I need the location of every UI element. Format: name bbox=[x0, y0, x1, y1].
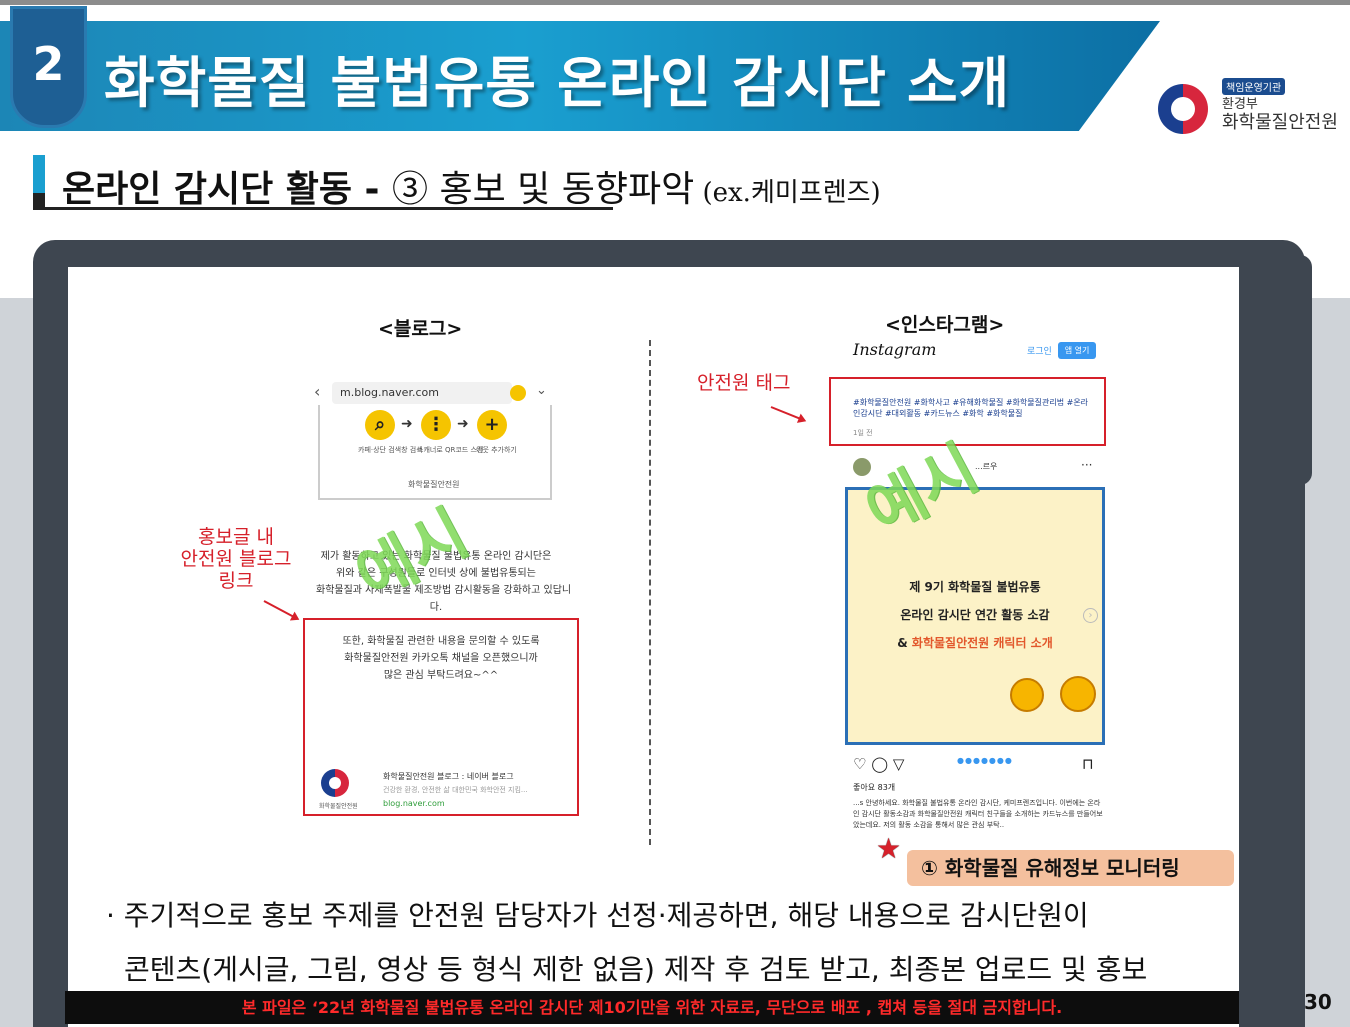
share-icon[interactable]: ▽ bbox=[893, 755, 905, 773]
blog-address-bar[interactable]: ‹ m.blog.naver.com ⌄ bbox=[312, 380, 562, 406]
instagram-logo: Instagram bbox=[853, 340, 937, 359]
link-card-url[interactable]: blog.naver.com bbox=[383, 799, 445, 808]
blog-box-line: 많은 관심 부탁드려요~^^ bbox=[383, 670, 499, 681]
post-caption: ...s 안녕하세요. 화학물질 불법유통 온라인 감시단, 케미프렌즈입니다.… bbox=[853, 799, 1103, 829]
back-chevron-icon[interactable]: ‹ bbox=[314, 382, 320, 401]
instagram-annotation: 안전원 태그 bbox=[697, 372, 791, 394]
login-link[interactable]: 로그인 bbox=[1027, 344, 1052, 357]
post-title-line: 온라인 감시단 연간 활동 소감 bbox=[900, 608, 1050, 622]
icon-caption: 이웃 추가하기 bbox=[476, 446, 517, 454]
like-count: 좋아요 83개 bbox=[853, 783, 896, 792]
taegeuk-emblem-icon bbox=[321, 769, 349, 797]
blog-intro-line: 다. bbox=[429, 602, 443, 613]
mascot-character-icon bbox=[1010, 678, 1044, 712]
section-number-tab: 2 bbox=[10, 6, 87, 128]
carousel-next-icon[interactable]: › bbox=[1083, 608, 1098, 623]
blog-label: <블로그> bbox=[378, 318, 463, 340]
blog-box-line: 또한, 화학물질 관련한 내용을 문의할 수 있도록 bbox=[342, 636, 540, 647]
icon-caption: 카페·상단 검색창 검색 bbox=[358, 446, 423, 454]
url-field[interactable]: m.blog.naver.com bbox=[332, 382, 512, 404]
star-icon: ★ bbox=[876, 832, 902, 865]
tablet-side-tab bbox=[1290, 255, 1312, 485]
qr-scan-icon: ⋮ bbox=[421, 410, 451, 440]
plus-icon: + bbox=[477, 410, 507, 440]
subtitle-note: (ex.케미프렌즈) bbox=[694, 178, 881, 208]
subtitle-detail: ③ 홍보 및 동향파악 bbox=[392, 169, 695, 210]
monitoring-tag: ① 화학물질 유해정보 모니터링 bbox=[907, 850, 1234, 886]
carousel-dots: ●●●●●●● bbox=[957, 756, 1013, 765]
bookmark-icon[interactable]: ⊓ bbox=[1082, 755, 1094, 773]
comment-icon[interactable]: ◯ bbox=[871, 755, 888, 773]
logo-org-name: 화학물질안전원 bbox=[1222, 112, 1338, 133]
post-title-line: 제 9기 화학물질 불법유통 bbox=[909, 580, 1041, 594]
description-line: · 주기적으로 홍보 주제를 안전원 담당자가 선정·제공하면, 해당 내용으로… bbox=[106, 899, 1089, 932]
annotation-line: 홍보글 내 bbox=[198, 526, 274, 548]
post-date: 1일 전 bbox=[853, 429, 873, 437]
page-number: 30 bbox=[1304, 990, 1332, 1014]
mascot-character-icon bbox=[1060, 676, 1096, 712]
talk-icon[interactable] bbox=[510, 385, 526, 401]
top-rule bbox=[0, 0, 1350, 5]
description-line: 콘텐츠(게시글, 그림, 영상 등 형식 제한 없음) 제작 후 검토 받고, … bbox=[124, 953, 1148, 986]
blog-box-line: 화학물질안전원 카카오톡 채널을 오픈했으니까 bbox=[344, 653, 538, 664]
open-app-button[interactable]: 앱 열기 bbox=[1058, 342, 1096, 359]
annotation-line: 안전원 블로그 bbox=[180, 548, 292, 570]
account-name[interactable]: ...르우 bbox=[975, 461, 997, 472]
post-title-line: & 화학물질안전원 캐릭터 소개 bbox=[848, 634, 1102, 651]
annotation-line: 링크 bbox=[218, 570, 254, 592]
subtitle: 온라인 감시단 활동 - ③ 홍보 및 동향파악 (ex.케미프렌즈) bbox=[62, 160, 881, 212]
more-options-icon[interactable]: ··· bbox=[1081, 458, 1092, 472]
subtitle-main: 온라인 감시단 활동 - bbox=[62, 169, 393, 210]
section-number: 2 bbox=[32, 37, 65, 91]
heart-icon[interactable]: ♡ bbox=[853, 755, 866, 773]
icon-caption: 스캐너로 QR코드 스캔 bbox=[417, 446, 484, 454]
org-logo: 책임운영기관 환경부 화학물질안전원 bbox=[1158, 78, 1343, 140]
blog-annotation: 홍보글 내 안전원 블로그 링크 bbox=[176, 526, 296, 592]
arrow-right-icon: ➜ bbox=[401, 416, 413, 432]
arrow-right-icon: ➜ bbox=[457, 416, 469, 432]
seal-caption: 화학물질안전원 bbox=[319, 803, 358, 810]
link-card-title[interactable]: 화학물질안전원 블로그 : 네이버 블로그 bbox=[383, 771, 514, 782]
post-actions: ♡ ◯ ▽ bbox=[853, 755, 904, 773]
blog-link-card[interactable]: 화학물질안전원 화학물질안전원 블로그 : 네이버 블로그 건강한 환경, 안전… bbox=[315, 763, 563, 815]
search-icon: ⌕ bbox=[365, 410, 395, 440]
panel-divider bbox=[649, 340, 651, 845]
instagram-label: <인스타그램> bbox=[885, 314, 1005, 336]
page-title: 화학물질 불법유통 온라인 감시단 소개 bbox=[104, 51, 1011, 115]
chevron-down-icon[interactable]: ⌄ bbox=[536, 383, 547, 398]
post-line-highlight: 화학물질안전원 캐릭터 소개 bbox=[911, 636, 1053, 650]
hashtag-text[interactable]: #화학물질안전원 #화학사고 #유해화학물질 #화학물질관리법 #온라인감시단 … bbox=[853, 397, 1093, 419]
copyright-notice: 본 파일은 ‘22년 화학물질 불법유통 온라인 감시단 제10기만을 위한 자… bbox=[65, 991, 1239, 1024]
link-card-desc: 건강한 환경, 안전한 삶 대한민국 화학안전 지킴... bbox=[383, 786, 528, 794]
taegeuk-emblem-icon bbox=[1158, 84, 1208, 134]
post-line-prefix: & bbox=[897, 636, 912, 650]
